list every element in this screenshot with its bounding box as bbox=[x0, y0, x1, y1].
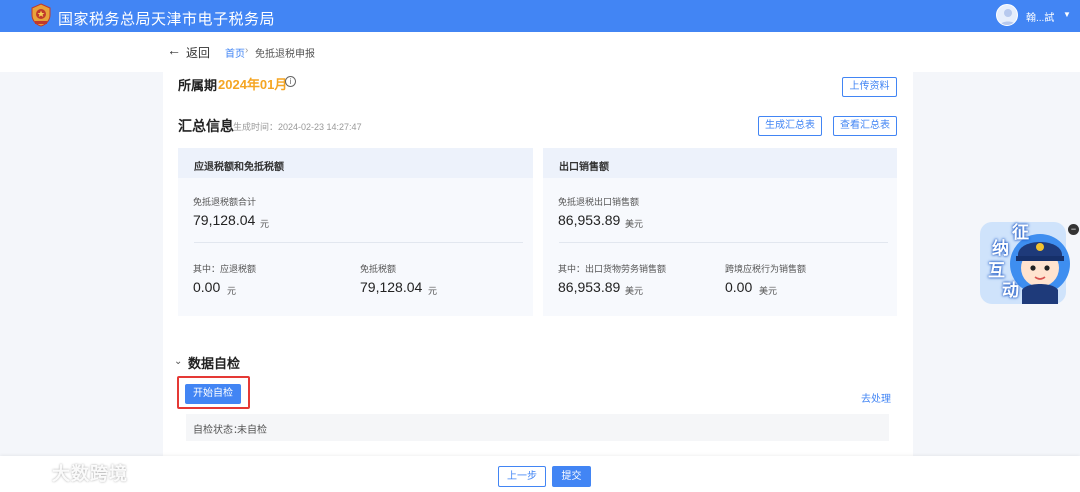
info-icon[interactable]: i bbox=[285, 76, 296, 87]
total-refund-label: 免抵退税额合计 bbox=[193, 197, 257, 207]
mascot-char-1: 征 bbox=[1012, 223, 1029, 242]
interaction-mascot-widget[interactable]: 征 纳 互 动 bbox=[978, 216, 1070, 306]
summary-title: 汇总信息 bbox=[178, 118, 234, 134]
upload-button[interactable]: 上传资料 bbox=[842, 77, 897, 97]
card-divider bbox=[194, 242, 523, 243]
prev-step-button[interactable]: 上一步 bbox=[498, 466, 546, 487]
site-title: 国家税务总局天津市电子税务局 bbox=[58, 11, 276, 28]
goods-sales-label: 其中：出口货物劳务销售额 bbox=[558, 264, 667, 274]
user-avatar[interactable] bbox=[996, 4, 1018, 26]
export-sales-total-label: 免抵退税出口销售额 bbox=[558, 197, 640, 207]
top-bar: 国家税务总局天津市电子税务局 翰...試 ▼ bbox=[0, 0, 1080, 32]
total-refund-value: 79,128.04 bbox=[193, 212, 256, 228]
tax-emblem-icon bbox=[31, 3, 51, 27]
self-check-title: 数据自检 bbox=[188, 356, 241, 371]
export-sales-card: 出口销售额 免抵退税出口销售额 86,953.89 美元 其中：出口货物劳务销售… bbox=[543, 148, 897, 316]
view-summary-button[interactable]: 查看汇总表 bbox=[833, 116, 897, 136]
collapse-chevron-icon[interactable]: ⌄ bbox=[174, 356, 182, 367]
breadcrumb-home-link[interactable]: 首页 bbox=[225, 45, 245, 60]
breadcrumb-current: 免抵退税申报 bbox=[255, 49, 315, 60]
exempt-amount-unit: 元 bbox=[428, 286, 438, 296]
self-check-status-value: 未自检 bbox=[237, 425, 267, 436]
period-label: 所属期 bbox=[178, 78, 218, 93]
export-sales-card-header: 出口销售额 bbox=[543, 148, 897, 178]
refund-amount-label: 其中：应退税额 bbox=[193, 264, 257, 274]
total-refund-unit: 元 bbox=[260, 219, 270, 229]
refund-card: 应退税额和免抵税额 免抵退税额合计 79,128.04 元 其中：应退税额 0.… bbox=[178, 148, 533, 316]
summary-generated-time: 生成时间：2024-02-23 14:27:47 bbox=[233, 122, 362, 132]
refund-amount-value: 0.00 bbox=[193, 279, 221, 295]
username[interactable]: 翰...試 bbox=[1026, 9, 1054, 24]
exempt-amount-label: 免抵税额 bbox=[360, 264, 397, 274]
breadcrumb-separator: › bbox=[245, 45, 249, 56]
export-sales-total-value: 86,953.89 bbox=[558, 212, 621, 228]
watermark-logo-icon bbox=[10, 463, 44, 481]
crossborder-sales-value: 0.00 bbox=[725, 279, 753, 295]
refund-card-header: 应退税额和免抵税额 bbox=[178, 148, 533, 178]
watermark-text: 大数跨境 bbox=[52, 464, 128, 484]
breadcrumb-bar: ← 返回 首页 › 免抵退税申报 bbox=[0, 32, 1080, 72]
exempt-amount-value: 79,128.04 bbox=[360, 279, 423, 295]
crossborder-sales-unit: 美元 bbox=[759, 286, 778, 296]
submit-button[interactable]: 提交 bbox=[552, 466, 591, 487]
user-icon bbox=[1000, 9, 1016, 25]
goods-sales-unit: 美元 bbox=[625, 286, 644, 296]
minimize-icon[interactable]: − bbox=[1068, 224, 1079, 235]
go-process-link[interactable]: 去处理 bbox=[861, 390, 891, 405]
refund-amount-unit: 元 bbox=[227, 286, 237, 296]
goods-sales-value: 86,953.89 bbox=[558, 279, 621, 295]
self-check-status-label: 自检状态： bbox=[193, 425, 243, 436]
start-self-check-button[interactable]: 开始自检 bbox=[185, 384, 241, 404]
chevron-down-icon[interactable]: ▼ bbox=[1063, 10, 1071, 19]
period-value: 2024年01月 bbox=[218, 77, 288, 92]
back-button[interactable]: 返回 bbox=[186, 44, 210, 61]
back-arrow-icon[interactable]: ← bbox=[167, 42, 181, 58]
self-check-status-bar bbox=[186, 414, 889, 441]
card-divider bbox=[559, 242, 888, 243]
crossborder-sales-label: 跨境应税行为销售额 bbox=[725, 264, 807, 274]
mascot-char-4: 动 bbox=[1002, 281, 1019, 300]
export-sales-total-unit: 美元 bbox=[625, 219, 644, 229]
generate-summary-button[interactable]: 生成汇总表 bbox=[758, 116, 822, 136]
